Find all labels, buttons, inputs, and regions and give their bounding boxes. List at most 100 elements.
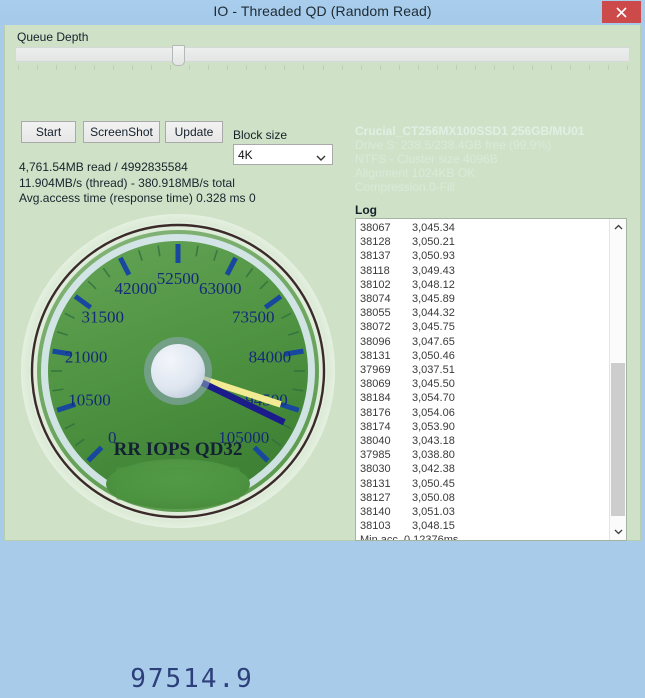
- slider-tick: [265, 65, 267, 70]
- gauge-tick-label: 42000: [115, 279, 158, 298]
- screenshot-button[interactable]: ScreenShot: [83, 121, 160, 143]
- log-row-iops: 38137: [360, 250, 391, 263]
- log-panel[interactable]: 38067 3,045.34 38128 3,050.21 38137 3,050.93 3…: [355, 218, 627, 541]
- slider-tick: [208, 65, 210, 70]
- scroll-down-icon[interactable]: [610, 523, 626, 540]
- iops-gauge: 0 10500 21000 31500 42000 52500 63000 73500 8400…: [19, 212, 337, 694]
- log-row-iops: 38069: [360, 378, 391, 391]
- slider-tick: [284, 65, 286, 70]
- log-row: 38184 3,054.70: [360, 391, 615, 405]
- log-row: 38067 3,045.34: [360, 221, 615, 235]
- log-row-value: 3,050.08: [412, 491, 455, 504]
- log-row-value: 3,045.50: [412, 378, 455, 391]
- slider-tick: [56, 65, 58, 70]
- client-area: Queue Depth Start ScreenShot Update Bloc…: [4, 25, 641, 694]
- scroll-up-icon[interactable]: [610, 219, 626, 236]
- gauge-tick-label: 84000: [249, 347, 292, 366]
- log-row: 37969 3,037.51: [360, 363, 615, 377]
- slider-tick: [379, 65, 381, 70]
- log-row: 38140 3,051.03: [360, 505, 615, 519]
- slider-tick: [569, 65, 571, 70]
- stat-access-time: Avg.access time (response time) 0.328 ms: [19, 191, 246, 205]
- log-row-value: 3,053.90: [412, 420, 455, 433]
- slider-tick: [246, 65, 248, 70]
- log-row-value: 3,037.51: [412, 364, 455, 377]
- log-row-value: 3,045.75: [412, 321, 455, 334]
- log-row-iops: 38055: [360, 307, 391, 320]
- stat-throughput: 11.904MB/s (thread) - 380.918MB/s total: [19, 175, 235, 190]
- log-row-iops: 37969: [360, 364, 391, 377]
- slider-tick: [170, 65, 172, 70]
- title-bar: IO - Threaded QD (Random Read): [0, 0, 645, 25]
- slider-tick: [474, 65, 476, 70]
- log-row-value: 3,051.03: [412, 506, 455, 519]
- start-button[interactable]: Start: [21, 121, 76, 143]
- drive-compression: Compression 0-Fill: [355, 180, 456, 194]
- slider-tick: [360, 65, 362, 70]
- log-min-acc: Min acc. 0.12376ms: [360, 534, 459, 541]
- app-window: IO - Threaded QD (Random Read) Queue Dep…: [0, 0, 645, 694]
- log-row: 38137 3,050.93: [360, 249, 615, 263]
- slider-tick: [113, 65, 115, 70]
- log-row-iops: 38103: [360, 520, 391, 533]
- gauge-tick-label: 63000: [199, 279, 242, 298]
- gauge-caption: RR IOPS QD32: [114, 439, 243, 460]
- log-row: 37985 3,038.80: [360, 448, 615, 462]
- log-row-value: 3,048.15: [412, 520, 455, 533]
- slider-tick: [493, 65, 495, 70]
- log-row: 38103 3,048.15: [360, 519, 615, 533]
- close-icon: [616, 6, 627, 18]
- log-row-iops: 38184: [360, 392, 391, 405]
- slider-tick: [303, 65, 305, 70]
- log-row: 38131 3,050.46: [360, 349, 615, 363]
- slider-tick: [512, 65, 514, 70]
- log-row-value: 3,054.06: [412, 406, 455, 419]
- slider-thumb[interactable]: [172, 45, 185, 66]
- log-row: 38118 3,049.43: [360, 264, 615, 278]
- slider-tick: [607, 65, 609, 70]
- log-row-value: 3,038.80: [412, 449, 455, 462]
- slider-tick: [75, 65, 77, 70]
- log-row-iops: 38074: [360, 293, 391, 306]
- log-row-iops: 37985: [360, 449, 391, 462]
- slider-tick: [37, 65, 39, 70]
- log-scrollbar[interactable]: [609, 219, 626, 540]
- drive-filesystem: NTFS - Cluster size 4096B: [355, 152, 498, 166]
- log-row-iops: 38131: [360, 349, 391, 362]
- drive-capacity: Drive S: 238.5/238.4GB free (99.9%): [355, 138, 552, 152]
- log-row-iops: 38140: [360, 506, 391, 519]
- slider-tick: [18, 65, 19, 70]
- log-list: 38067 3,045.34 38128 3,050.21 38137 3,050.93 3…: [356, 219, 615, 541]
- update-button[interactable]: Update: [165, 121, 223, 143]
- queue-depth-label: Queue Depth: [17, 30, 89, 44]
- drive-alignment: Alignment 1024KB OK: [355, 166, 476, 180]
- stats-block: 4,761.54MB read / 4992835584 11.904MB/s …: [19, 160, 339, 207]
- log-row-iops: 38131: [360, 477, 391, 490]
- slider-tick: [94, 65, 96, 70]
- close-button[interactable]: [602, 1, 641, 23]
- log-row-iops: 38067: [360, 222, 391, 234]
- slider-tick: [151, 65, 153, 70]
- slider-track[interactable]: [15, 47, 630, 62]
- log-row-value: 3,048.12: [412, 278, 455, 291]
- log-row: 38069 3,045.50: [360, 377, 615, 391]
- gauge-tick-label: 52500: [157, 269, 200, 288]
- log-row-iops: 38176: [360, 406, 391, 419]
- log-row-iops: 38174: [360, 420, 391, 433]
- log-row-value: 3,050.93: [412, 250, 455, 263]
- queue-depth-slider[interactable]: [15, 45, 630, 75]
- scrollbar-thumb[interactable]: [611, 363, 625, 516]
- log-row-iops: 38127: [360, 491, 391, 504]
- log-row-value: 3,042.38: [412, 463, 455, 476]
- log-row-iops: 38040: [360, 435, 391, 448]
- gauge-tick-label: 21000: [65, 347, 108, 366]
- log-row-iops: 38096: [360, 335, 391, 348]
- log-row-value: 3,050.45: [412, 477, 455, 490]
- log-row-value: 3,049.43: [412, 264, 455, 277]
- log-row: 38055 3,044.32: [360, 306, 615, 320]
- log-row: 38176 3,054.06: [360, 406, 615, 420]
- slider-tick: [627, 65, 628, 70]
- log-row-value: 3,054.70: [412, 392, 455, 405]
- slider-tick: [531, 65, 533, 70]
- slider-tick: [227, 65, 229, 70]
